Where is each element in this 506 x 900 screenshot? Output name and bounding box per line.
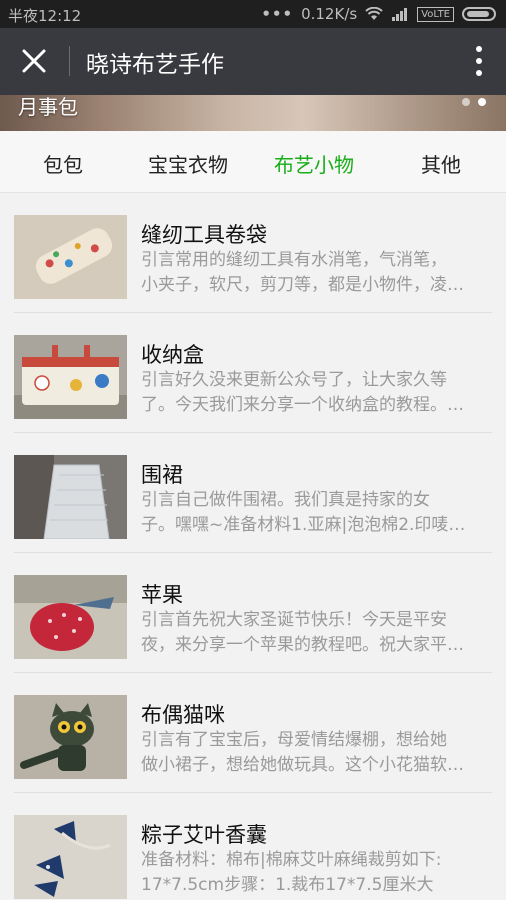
- article-thumbnail: [14, 455, 127, 539]
- article-summary: 引言首先祝大家圣诞节快乐！今天是平安 夜，来分享一个苹果的教程吧。祝大家平…: [141, 610, 464, 655]
- more-vertical-icon[interactable]: [474, 46, 484, 76]
- tab-bags[interactable]: 包包: [43, 149, 83, 178]
- status-time: 半夜12:12: [8, 7, 82, 25]
- banner-carousel[interactable]: 月事包: [0, 95, 506, 131]
- notification-dots: •••: [261, 5, 294, 23]
- status-bar: 半夜12:12 ••• 0.12K/s VoLTE: [0, 0, 506, 28]
- close-icon[interactable]: [18, 45, 50, 77]
- tab-baby-clothes[interactable]: 宝宝衣物: [148, 149, 228, 178]
- app-bar-divider: [69, 46, 70, 76]
- article-title: 苹果: [141, 583, 183, 607]
- article-item-storage-box[interactable]: 收纳盒 引言好久没来更新公众号了，让大家久等 了。今天我们来分享一个收纳盒的教程…: [0, 313, 506, 433]
- status-right-group: ••• 0.12K/s VoLTE: [261, 5, 496, 23]
- article-item-tool-roll[interactable]: 缝纫工具卷袋 引言常用的缝纫工具有水消笔，气消笔， 小夹子，软尺，剪刀等，都是小…: [0, 193, 506, 313]
- pager-dot[interactable]: [462, 98, 470, 106]
- article-thumbnail: [14, 815, 127, 899]
- article-summary: 引言有了宝宝后，母爱情结爆棚，想给她 做小裙子，想给她做玩具。这个小花猫软…: [141, 730, 464, 775]
- article-thumbnail: [14, 335, 127, 419]
- battery-icon: [462, 7, 496, 21]
- volte-badge: VoLTE: [417, 6, 454, 22]
- tab-fabric-crafts[interactable]: 布艺小物: [274, 149, 354, 178]
- article-item-apron[interactable]: 围裙 引言自己做件围裙。我们真是持家的女 子。嘿嘿~准备材料1.亚麻|泡泡棉2.…: [0, 433, 506, 553]
- article-summary: 准备材料：棉布|棉麻艾叶麻绳裁剪如下: 17*7.5cm步骤：1.裁布17*7.…: [141, 850, 442, 895]
- article-title: 围裙: [141, 463, 183, 487]
- app-bar: 晓诗布艺手作: [0, 28, 506, 95]
- article-summary: 引言好久没来更新公众号了，让大家久等 了。今天我们来分享一个收纳盒的教程。…: [141, 370, 464, 415]
- article-title: 收纳盒: [141, 343, 204, 367]
- article-title: 缝纫工具卷袋: [141, 223, 267, 247]
- article-thumbnail: [14, 215, 127, 299]
- article-thumbnail: [14, 575, 127, 659]
- article-title: 粽子艾叶香囊: [141, 823, 267, 847]
- article-item-apple[interactable]: 苹果 引言首先祝大家圣诞节快乐！今天是平安 夜，来分享一个苹果的教程吧。祝大家平…: [0, 553, 506, 673]
- article-title: 布偶猫咪: [141, 703, 225, 727]
- network-speed: 0.12K/s: [301, 5, 358, 23]
- article-summary: 引言自己做件围裙。我们真是持家的女 子。嘿嘿~准备材料1.亚麻|泡泡棉2.印唛…: [141, 490, 466, 535]
- article-item-cat-doll[interactable]: 布偶猫咪 引言有了宝宝后，母爱情结爆棚，想给她 做小裙子，想给她做玩具。这个小花…: [0, 673, 506, 793]
- tab-other[interactable]: 其他: [421, 149, 461, 178]
- carousel-pager: [462, 98, 486, 106]
- article-thumbnail: [14, 695, 127, 779]
- wifi-icon: [365, 7, 383, 20]
- page-title: 晓诗布艺手作: [86, 52, 224, 78]
- article-summary: 引言常用的缝纫工具有水消笔，气消笔， 小夹子，软尺，剪刀等，都是小物件，凌…: [141, 250, 464, 295]
- banner-label: 月事包: [18, 95, 78, 119]
- cell-signal-icon: [392, 8, 408, 21]
- pager-dot-active[interactable]: [478, 98, 486, 106]
- category-tabs: 包包 宝宝衣物 布艺小物 其他: [0, 131, 506, 193]
- article-item-sachet[interactable]: 粽子艾叶香囊 准备材料：棉布|棉麻艾叶麻绳裁剪如下: 17*7.5cm步骤：1.…: [0, 793, 506, 900]
